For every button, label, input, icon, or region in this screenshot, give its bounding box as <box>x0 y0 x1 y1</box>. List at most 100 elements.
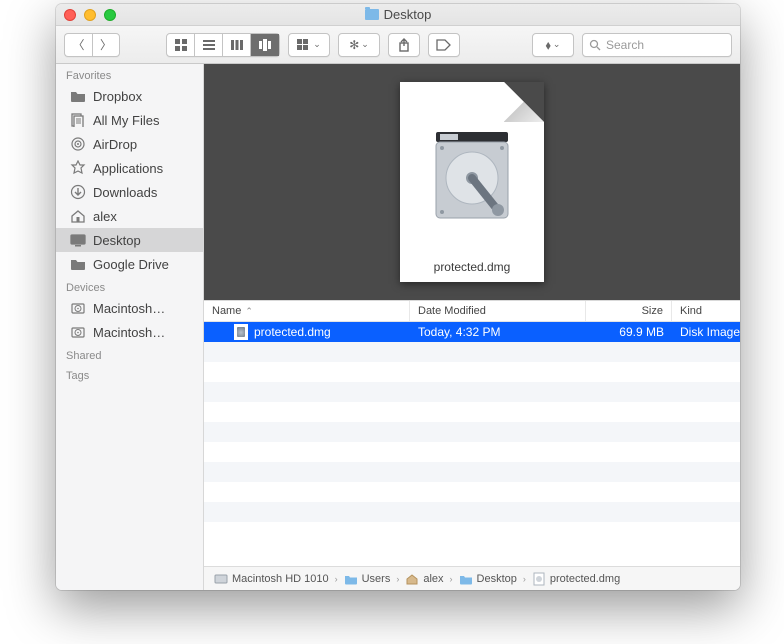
cell-name: protected.dmg <box>204 324 410 340</box>
window-body: Favorites Dropbox All My Files AirDrop Appli… <box>56 64 740 590</box>
column-size[interactable]: Size <box>586 301 672 321</box>
path-item[interactable]: alex <box>405 573 443 585</box>
nav-buttons: 〈 〉 <box>64 33 120 57</box>
toolbar: 〈 〉 ⌄ ✻⌄ <box>56 26 740 64</box>
action-button[interactable]: ✻⌄ <box>338 33 380 57</box>
table-row-empty <box>204 442 740 462</box>
airdrop-icon <box>70 136 86 152</box>
sort-indicator-icon: ⌃ <box>245 306 253 317</box>
sidebar-item[interactable]: Downloads <box>56 180 203 204</box>
path-label: Macintosh HD 1010 <box>232 573 329 585</box>
sidebar-item[interactable]: Dropbox <box>56 84 203 108</box>
path-item[interactable]: Users <box>344 573 391 585</box>
folder-icon <box>70 88 86 104</box>
sidebar-item-label: Dropbox <box>93 89 142 104</box>
sidebar-section-heading: Devices <box>56 276 203 296</box>
column-date[interactable]: Date Modified <box>410 301 586 321</box>
sidebar-section-heading: Favorites <box>56 64 203 84</box>
folder-icon <box>459 573 473 585</box>
minimize-button[interactable] <box>84 9 96 21</box>
tags-button[interactable] <box>428 33 460 57</box>
doc-icon <box>532 573 546 585</box>
window-controls <box>64 9 116 21</box>
chevron-right-icon: › <box>396 574 399 584</box>
search-icon <box>589 39 601 51</box>
path-label: alex <box>423 573 443 585</box>
path-item[interactable]: protected.dmg <box>532 573 620 585</box>
hdd-icon <box>70 324 86 340</box>
home-icon <box>405 573 419 585</box>
coverflow-preview[interactable]: protected.dmg <box>204 64 740 300</box>
share-button[interactable] <box>388 33 420 57</box>
path-label: protected.dmg <box>550 573 620 585</box>
sidebar-item-label: Macintosh… <box>93 325 165 340</box>
sidebar-item[interactable]: Macintosh… <box>56 296 203 320</box>
column-name[interactable]: Name ⌃ <box>204 301 410 321</box>
sidebar-item-label: Macintosh… <box>93 301 165 316</box>
hdd-icon <box>70 300 86 316</box>
file-list[interactable]: protected.dmg Today, 4:32 PM 69.9 MB Dis… <box>204 322 740 566</box>
home-icon <box>70 208 86 224</box>
folder-icon <box>365 9 379 20</box>
sidebar-item[interactable]: AirDrop <box>56 132 203 156</box>
sidebar-item[interactable]: Google Drive <box>56 252 203 276</box>
sidebar-item[interactable]: Macintosh… <box>56 320 203 344</box>
dropbox-icon: ⬧ <box>546 39 551 51</box>
path-item[interactable]: Macintosh HD 1010 <box>214 573 329 585</box>
path-bar: Macintosh HD 1010›Users›alex›Desktop›pro… <box>204 566 740 590</box>
share-icon <box>398 38 410 52</box>
sidebar-item-label: Desktop <box>93 233 141 248</box>
path-label: Users <box>362 573 391 585</box>
downloads-icon <box>70 184 86 200</box>
preview-document[interactable]: protected.dmg <box>400 82 544 282</box>
table-row-empty <box>204 522 740 542</box>
table-row-empty <box>204 402 740 422</box>
back-button[interactable]: 〈 <box>64 33 92 57</box>
apps-icon <box>70 160 86 176</box>
search-field[interactable]: Search <box>582 33 732 57</box>
view-icon-button[interactable] <box>167 34 195 56</box>
table-row-empty <box>204 502 740 522</box>
path-label: Desktop <box>477 573 517 585</box>
table-row-empty <box>204 342 740 362</box>
close-button[interactable] <box>64 9 76 21</box>
table-row-empty <box>204 482 740 502</box>
view-switcher <box>166 33 280 57</box>
sidebar-item[interactable]: alex <box>56 204 203 228</box>
file-icon <box>234 324 248 340</box>
view-list-button[interactable] <box>195 34 223 56</box>
cell-date: Today, 4:32 PM <box>410 325 586 339</box>
sidebar-item[interactable]: Desktop <box>56 228 203 252</box>
sidebar-item-label: AirDrop <box>93 137 137 152</box>
allfiles-icon <box>70 112 86 128</box>
table-row-empty <box>204 422 740 442</box>
sidebar-item[interactable]: All My Files <box>56 108 203 132</box>
dropbox-button[interactable]: ⬧⌄ <box>532 33 574 57</box>
sidebar-section-heading: Tags <box>56 364 203 384</box>
zoom-button[interactable] <box>104 9 116 21</box>
column-kind[interactable]: Kind <box>672 301 740 321</box>
sidebar: Favorites Dropbox All My Files AirDrop Appli… <box>56 64 204 590</box>
cell-size: 69.9 MB <box>586 325 672 339</box>
view-coverflow-button[interactable] <box>251 34 279 56</box>
titlebar: Desktop <box>56 4 740 26</box>
sidebar-item-label: Google Drive <box>93 257 169 272</box>
cell-kind: Disk Image <box>672 325 740 339</box>
column-headers: Name ⌃ Date Modified Size Kind <box>204 300 740 322</box>
hdd-icon <box>214 573 228 585</box>
sidebar-item-label: alex <box>93 209 117 224</box>
gear-icon: ✻ <box>349 39 359 51</box>
desktop-icon <box>70 232 86 248</box>
chevron-right-icon: › <box>450 574 453 584</box>
forward-button[interactable]: 〉 <box>92 33 120 57</box>
window-title: Desktop <box>56 7 740 22</box>
sidebar-item[interactable]: Applications <box>56 156 203 180</box>
table-row[interactable]: protected.dmg Today, 4:32 PM 69.9 MB Dis… <box>204 322 740 342</box>
sidebar-item-label: Applications <box>93 161 163 176</box>
sidebar-item-label: Downloads <box>93 185 157 200</box>
view-column-button[interactable] <box>223 34 251 56</box>
arrange-button[interactable]: ⌄ <box>288 33 330 57</box>
table-row-empty <box>204 362 740 382</box>
path-item[interactable]: Desktop <box>459 573 517 585</box>
tag-icon <box>436 39 452 51</box>
